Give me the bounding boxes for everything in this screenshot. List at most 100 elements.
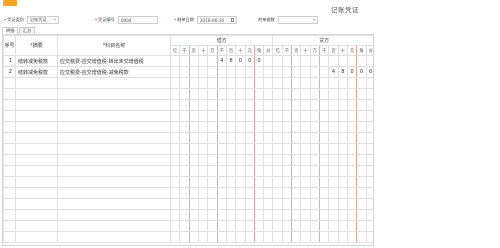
- empty-cell[interactable]: [356, 110, 367, 122]
- empty-cell[interactable]: [235, 187, 246, 199]
- empty-cell[interactable]: [253, 88, 265, 100]
- credit-digit-cell[interactable]: 0: [346, 66, 358, 78]
- empty-cell[interactable]: [328, 220, 339, 232]
- empty-cell[interactable]: [309, 231, 321, 243]
- empty-cell[interactable]: [253, 209, 265, 221]
- empty-cell[interactable]: [281, 88, 293, 100]
- empty-cell[interactable]: [235, 231, 246, 243]
- empty-cell[interactable]: [15, 88, 58, 100]
- empty-cell[interactable]: [207, 132, 218, 144]
- empty-cell[interactable]: [318, 99, 330, 111]
- empty-cell[interactable]: [346, 198, 358, 210]
- credit-digit-cell[interactable]: 0: [356, 66, 367, 78]
- debit-digit-cell[interactable]: 8: [225, 55, 237, 67]
- empty-cell[interactable]: [263, 121, 274, 133]
- empty-cell[interactable]: [253, 187, 265, 199]
- empty-cell[interactable]: [179, 77, 190, 89]
- empty-cell[interactable]: [179, 121, 190, 133]
- empty-cell[interactable]: [179, 88, 190, 100]
- empty-cell[interactable]: [207, 198, 218, 210]
- empty-cell[interactable]: [3, 165, 16, 177]
- empty-cell[interactable]: [300, 88, 311, 100]
- empty-cell[interactable]: [169, 187, 181, 199]
- empty-cell[interactable]: [15, 110, 58, 122]
- empty-cell[interactable]: [318, 132, 330, 144]
- empty-cell[interactable]: [57, 198, 171, 210]
- empty-cell[interactable]: [356, 154, 367, 166]
- empty-cell[interactable]: [365, 176, 373, 188]
- empty-cell[interactable]: [207, 176, 218, 188]
- empty-cell[interactable]: [207, 209, 218, 221]
- empty-cell[interactable]: [300, 209, 311, 221]
- empty-cell[interactable]: [57, 99, 171, 111]
- credit-digit-cell[interactable]: [328, 55, 339, 67]
- empty-cell[interactable]: [328, 110, 339, 122]
- empty-cell[interactable]: [328, 143, 339, 155]
- empty-cell[interactable]: [225, 143, 237, 155]
- empty-cell[interactable]: [318, 231, 330, 243]
- empty-cell[interactable]: [235, 154, 246, 166]
- empty-cell[interactable]: [235, 132, 246, 144]
- empty-cell[interactable]: [365, 231, 373, 243]
- empty-cell[interactable]: [337, 99, 348, 111]
- empty-cell[interactable]: [207, 220, 218, 232]
- empty-cell[interactable]: [318, 121, 330, 133]
- empty-cell[interactable]: [309, 77, 321, 89]
- debit-digit-cell[interactable]: [235, 66, 246, 78]
- empty-cell[interactable]: [57, 154, 171, 166]
- empty-cell[interactable]: [309, 99, 321, 111]
- credit-digit-cell[interactable]: 8: [337, 66, 348, 78]
- empty-cell[interactable]: [235, 110, 246, 122]
- empty-cell[interactable]: [253, 132, 265, 144]
- empty-cell[interactable]: [346, 143, 358, 155]
- empty-cell[interactable]: [263, 154, 274, 166]
- empty-cell[interactable]: [309, 176, 321, 188]
- empty-cell[interactable]: [188, 132, 199, 144]
- empty-cell[interactable]: [309, 132, 321, 144]
- empty-cell[interactable]: [356, 121, 367, 133]
- empty-cell[interactable]: [300, 165, 311, 177]
- empty-cell[interactable]: [318, 165, 330, 177]
- empty-cell[interactable]: [291, 143, 302, 155]
- empty-cell[interactable]: [169, 121, 181, 133]
- empty-cell[interactable]: [188, 176, 199, 188]
- empty-cell[interactable]: [281, 176, 293, 188]
- empty-cell[interactable]: [197, 99, 209, 111]
- empty-cell[interactable]: [207, 143, 218, 155]
- empty-cell[interactable]: [244, 77, 255, 89]
- empty-cell[interactable]: [235, 77, 246, 89]
- empty-cell[interactable]: [197, 198, 209, 210]
- empty-cell[interactable]: [3, 231, 16, 243]
- empty-cell[interactable]: [169, 154, 181, 166]
- empty-cell[interactable]: [337, 121, 348, 133]
- empty-cell[interactable]: [300, 99, 311, 111]
- empty-cell[interactable]: [225, 99, 237, 111]
- credit-digit-cell[interactable]: [300, 55, 311, 67]
- empty-cell[interactable]: [169, 77, 181, 89]
- empty-cell[interactable]: [3, 88, 16, 100]
- empty-cell[interactable]: [281, 110, 293, 122]
- empty-cell[interactable]: [235, 165, 246, 177]
- empty-cell[interactable]: [197, 121, 209, 133]
- empty-cell[interactable]: [281, 99, 293, 111]
- empty-cell[interactable]: [216, 231, 227, 243]
- empty-cell[interactable]: [225, 132, 237, 144]
- empty-cell[interactable]: [346, 209, 358, 221]
- empty-cell[interactable]: [197, 143, 209, 155]
- empty-cell[interactable]: [197, 77, 209, 89]
- empty-cell[interactable]: [169, 220, 181, 232]
- empty-cell[interactable]: [179, 110, 190, 122]
- empty-cell[interactable]: [365, 209, 373, 221]
- credit-digit-cell[interactable]: 4: [328, 66, 339, 78]
- empty-cell[interactable]: [253, 198, 265, 210]
- empty-cell[interactable]: [15, 209, 58, 221]
- empty-cell[interactable]: [291, 198, 302, 210]
- empty-cell[interactable]: [309, 110, 321, 122]
- empty-cell[interactable]: [253, 154, 265, 166]
- empty-cell[interactable]: [263, 220, 274, 232]
- empty-cell[interactable]: [309, 209, 321, 221]
- empty-cell[interactable]: [281, 165, 293, 177]
- empty-cell[interactable]: [3, 132, 16, 144]
- empty-cell[interactable]: [291, 110, 302, 122]
- empty-cell[interactable]: [328, 187, 339, 199]
